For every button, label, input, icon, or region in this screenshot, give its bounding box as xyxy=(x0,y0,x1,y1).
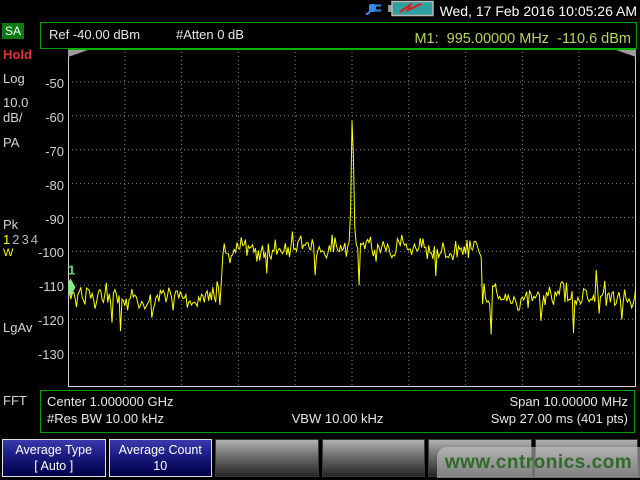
datetime: Wed, 17 Feb 2016 10:05:26 AM xyxy=(440,3,637,19)
softkey-label: Average Type xyxy=(15,442,92,458)
sweep-hold-indicator: Hold xyxy=(3,47,32,62)
y-axis-label: -120 xyxy=(34,314,64,328)
measurement-header: Ref -40.00 dBm #Atten 0 dB M1: 995.00000… xyxy=(40,22,637,49)
power-plug-icon xyxy=(365,1,382,21)
softkey-blank-4[interactable] xyxy=(322,439,426,477)
scale-per-div: 10.0 xyxy=(3,95,28,110)
softkey-value: [ Auto ] xyxy=(34,458,73,474)
y-axis-label: -100 xyxy=(34,246,64,260)
sweep-annotation-box: Center 1.000000 GHz Span 10.00000 MHz #R… xyxy=(40,390,635,433)
y-axis-label: -80 xyxy=(34,179,64,193)
detector-indicator: Pk xyxy=(3,217,18,232)
mode-badge: SA xyxy=(2,23,24,39)
inactive-trace-numbers: 234 xyxy=(12,232,40,247)
center-frequency: Center 1.000000 GHz xyxy=(47,394,173,409)
active-trace-number: 1 xyxy=(3,232,12,247)
y-axis-label: -60 xyxy=(34,111,64,125)
battery-icon xyxy=(388,0,434,22)
ref-level: Ref -40.00 dBm xyxy=(49,27,140,42)
span: Span 10.00000 MHz xyxy=(509,394,628,409)
y-axis-label: -90 xyxy=(34,213,64,227)
softkey-average-type[interactable]: Average Type [ Auto ] xyxy=(2,439,106,477)
softkey-blank-3[interactable] xyxy=(215,439,319,477)
softkey-label: Average Count xyxy=(119,442,202,458)
fft-indicator: FFT xyxy=(3,393,27,408)
y-axis-label: -50 xyxy=(34,77,64,91)
marker-number: 1 xyxy=(68,262,75,277)
trace-canvas: 1 xyxy=(68,48,636,387)
scale-type: Log xyxy=(3,71,25,86)
attenuation: #Atten 0 dB xyxy=(176,27,244,42)
softkey-average-count[interactable]: Average Count 10 xyxy=(109,439,213,477)
top-status-bar: Wed, 17 Feb 2016 10:05:26 AM xyxy=(0,0,640,21)
trace-state: W xyxy=(3,247,13,259)
softkey-value: 10 xyxy=(153,458,167,474)
instrument-screen: Wed, 17 Feb 2016 10:05:26 AM SA Ref -40.… xyxy=(0,0,640,480)
marker-readout: M1: 995.00000 MHz -110.6 dBm xyxy=(414,31,631,47)
y-axis-label: -70 xyxy=(34,145,64,159)
preamp-indicator: PA xyxy=(3,135,19,150)
spectrum-plot: 1 xyxy=(68,48,636,387)
scale-unit: dB/ xyxy=(3,110,23,125)
watermark: www.cntronics.com xyxy=(437,447,640,478)
trace-numbers: 1234 xyxy=(3,232,40,247)
average-type-indicator: LgAv xyxy=(3,320,32,335)
sweep-time: Swp 27.00 ms (401 pts) xyxy=(491,411,628,426)
y-axis-label: -130 xyxy=(34,348,64,362)
y-axis-label: -110 xyxy=(34,280,64,294)
